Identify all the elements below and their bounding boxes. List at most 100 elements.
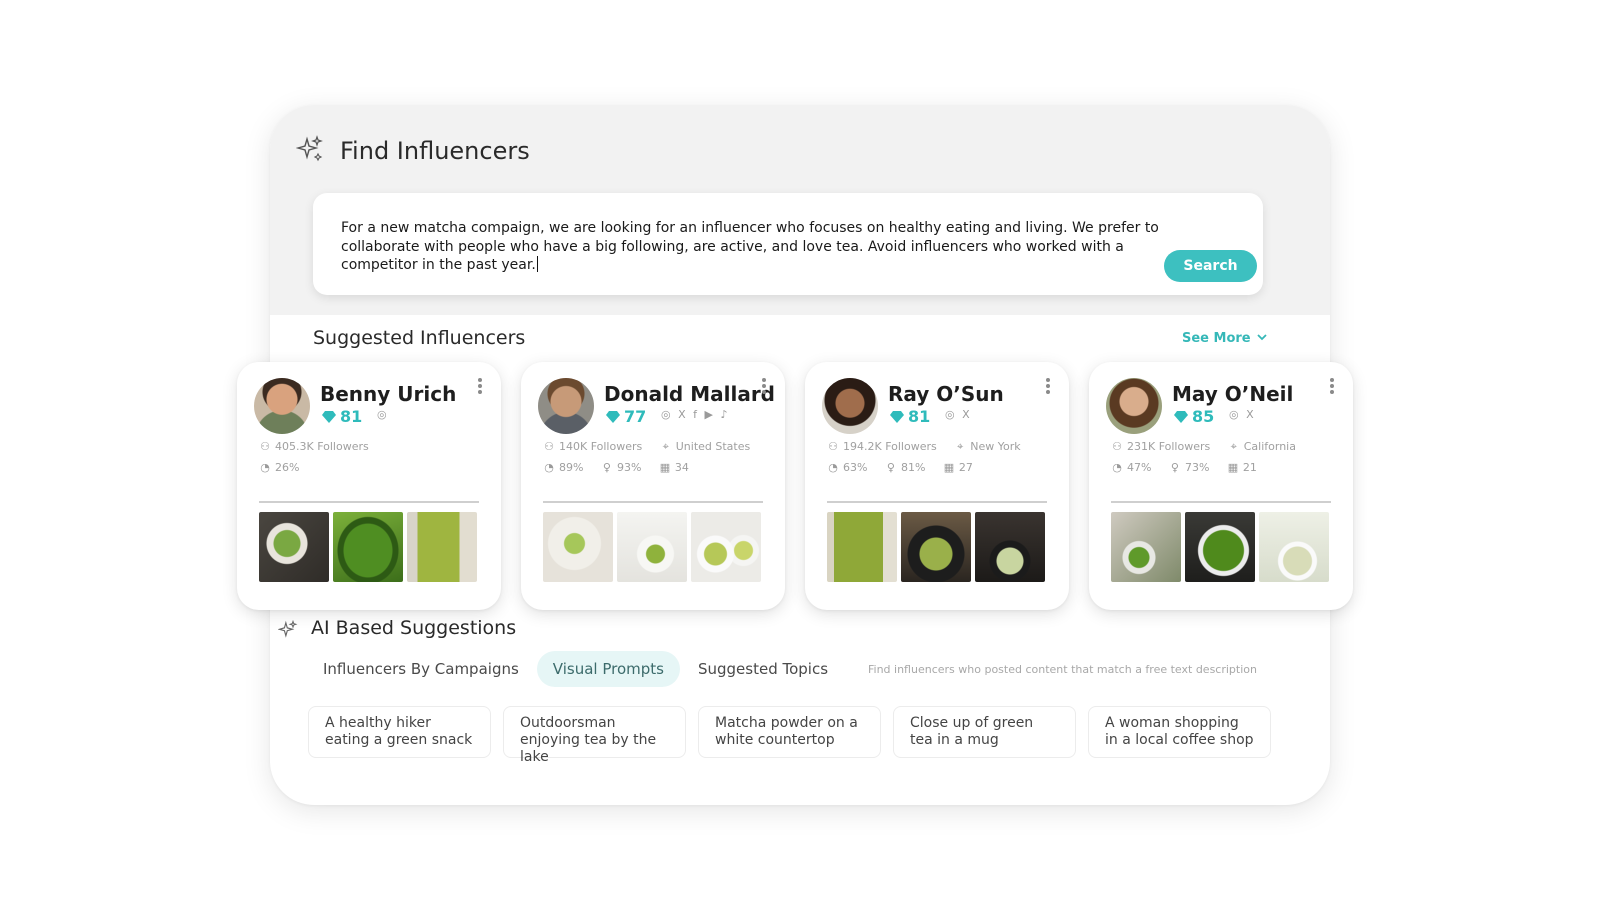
social-platform-icons: ◎ X — [945, 408, 972, 421]
audience-gender: 93% — [616, 461, 642, 474]
prompt-chip[interactable]: Outdoorsman enjoying tea by the lake — [503, 706, 686, 765]
content-thumbnails — [543, 512, 761, 582]
tab-influencers-by-campaigns[interactable]: Influencers By Campaigns — [307, 651, 535, 687]
card-divider — [1111, 501, 1331, 503]
followers-count: 140K Followers — [559, 440, 643, 453]
card-divider — [543, 501, 763, 503]
post-thumbnail[interactable] — [691, 512, 761, 582]
engagement-icon: ◔ — [544, 461, 554, 474]
content-thumbnails — [827, 512, 1045, 582]
see-more-link[interactable]: See More — [1182, 330, 1267, 346]
followers-count: 405.3K Followers — [275, 440, 369, 453]
influencer-name: May O’Neil — [1172, 382, 1294, 406]
engagement-rate: 47% — [1127, 461, 1152, 474]
influencer-card-ray-osun[interactable]: Ray O’Sun 81 ◎ X ⚇ 194.2K Followers ⌖ New … — [805, 362, 1069, 610]
tab-hint-text: Find influencers who posted content that… — [868, 663, 1257, 676]
gender-icon: ♀ — [886, 461, 895, 474]
influencer-score: 81 — [890, 407, 930, 427]
influencer-score: 85 — [1174, 407, 1214, 427]
prompt-textarea[interactable]: For a new matcha compaign, we are lookin… — [313, 193, 1263, 295]
followers-icon: ⚇ — [828, 440, 838, 453]
age-icon: ▦ — [1227, 461, 1239, 474]
avatar — [822, 378, 878, 434]
ai-suggestions-heading: AI Based Suggestions — [311, 617, 517, 639]
post-thumbnail[interactable] — [1111, 512, 1181, 582]
age-icon: ▦ — [943, 461, 955, 474]
card-divider — [259, 501, 479, 503]
influencer-name: Benny Urich — [320, 382, 457, 406]
tab-visual-prompts[interactable]: Visual Prompts — [536, 651, 680, 687]
audience-gender: 73% — [1184, 461, 1210, 474]
location-icon: ⌖ — [957, 440, 964, 453]
tab-suggested-topics[interactable]: Suggested Topics — [682, 651, 844, 687]
text-caret — [536, 256, 538, 272]
avatar — [538, 378, 594, 434]
prompt-chip[interactable]: Close up of green tea in a mug — [893, 706, 1076, 758]
social-platform-icons: ◎ X f ▶ ♪ — [661, 408, 730, 421]
engagement-rate: 63% — [843, 461, 868, 474]
engagement-icon: ◔ — [828, 461, 838, 474]
influencer-name: Donald Mallard — [604, 382, 775, 406]
influencer-score: 77 — [606, 407, 646, 427]
post-thumbnail[interactable] — [975, 512, 1045, 582]
avatar — [254, 378, 310, 434]
audience-gender: 81% — [900, 461, 926, 474]
location: New York — [970, 440, 1021, 453]
page-title: Find Influencers — [340, 137, 530, 165]
followers-count: 194.2K Followers — [843, 440, 937, 453]
kebab-menu-icon[interactable] — [1329, 378, 1335, 396]
gender-icon: ♀ — [1170, 461, 1179, 474]
post-thumbnail[interactable] — [1185, 512, 1255, 582]
audience-age: 34 — [674, 461, 689, 474]
followers-icon: ⚇ — [544, 440, 554, 453]
followers-icon: ⚇ — [260, 440, 270, 453]
engagement-icon: ◔ — [260, 461, 270, 474]
gem-icon — [322, 408, 336, 427]
followers-icon: ⚇ — [1112, 440, 1122, 453]
location-icon: ⌖ — [662, 440, 669, 453]
audience-age: 21 — [1242, 461, 1257, 474]
followers-count: 231K Followers — [1127, 440, 1211, 453]
post-thumbnail[interactable] — [1259, 512, 1329, 582]
gem-icon — [1174, 408, 1188, 427]
visual-prompt-chips: A healthy hiker eating a green snack Out… — [308, 706, 1271, 765]
prompt-chip[interactable]: Matcha powder on a white countertop — [698, 706, 881, 758]
influencer-name: Ray O’Sun — [888, 382, 1004, 406]
influencer-score: 81 — [322, 407, 362, 427]
search-button[interactable]: Search — [1164, 250, 1257, 282]
prompt-text: For a new matcha compaign, we are lookin… — [341, 220, 1159, 273]
post-thumbnail[interactable] — [827, 512, 897, 582]
gem-icon — [890, 408, 904, 427]
gender-icon: ♀ — [602, 461, 611, 474]
post-thumbnail[interactable] — [333, 512, 403, 582]
engagement-rate: 89% — [559, 461, 584, 474]
suggestion-tabs: Influencers By Campaigns Visual Prompts … — [307, 650, 846, 688]
post-thumbnail[interactable] — [617, 512, 687, 582]
social-platform-icons: ◎ X — [1229, 408, 1256, 421]
kebab-menu-icon[interactable] — [477, 378, 483, 396]
audience-age: 27 — [958, 461, 973, 474]
influencer-card-donald-mallard[interactable]: Donald Mallard 77 ◎ X f ▶ ♪ ⚇ 140K Follow… — [521, 362, 785, 610]
suggested-influencers-heading: Suggested Influencers — [313, 327, 526, 349]
engagement-rate: 26% — [275, 461, 300, 474]
avatar — [1106, 378, 1162, 434]
kebab-menu-icon[interactable] — [761, 378, 767, 396]
sparkle-icon — [278, 620, 298, 640]
influencer-card-may-oneil[interactable]: May O’Neil 85 ◎ X ⚇ 231K Followers ⌖ Calif… — [1089, 362, 1353, 610]
gem-icon — [606, 408, 620, 427]
content-thumbnails — [1111, 512, 1329, 582]
prompt-chip[interactable]: A woman shopping in a local coffee shop — [1088, 706, 1271, 758]
engagement-icon: ◔ — [1112, 461, 1122, 474]
post-thumbnail[interactable] — [543, 512, 613, 582]
influencer-card-benny-urich[interactable]: Benny Urich 81 ◎ ⚇ 405.3K Followers ◔ 26% — [237, 362, 501, 610]
prompt-chip[interactable]: A healthy hiker eating a green snack — [308, 706, 491, 758]
post-thumbnail[interactable] — [407, 512, 477, 582]
post-thumbnail[interactable] — [901, 512, 971, 582]
location: United States — [675, 440, 751, 453]
content-thumbnails — [259, 512, 477, 582]
location-icon: ⌖ — [1230, 440, 1237, 453]
chevron-down-icon — [1256, 330, 1267, 345]
location: California — [1243, 440, 1296, 453]
kebab-menu-icon[interactable] — [1045, 378, 1051, 396]
post-thumbnail[interactable] — [259, 512, 329, 582]
